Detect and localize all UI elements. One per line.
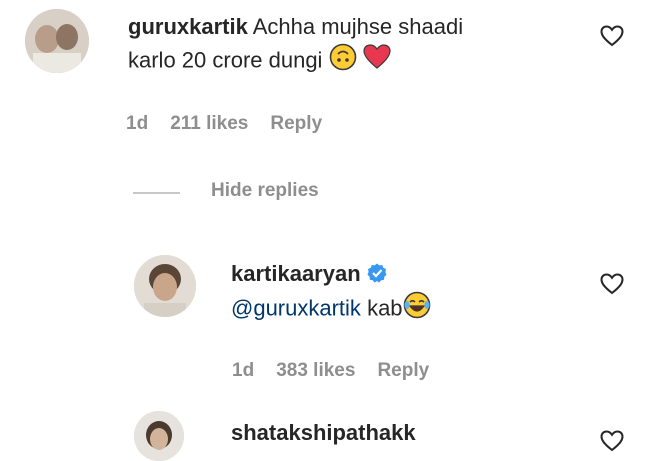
avatar[interactable] (134, 255, 196, 317)
reply-username[interactable]: kartikaaryan (231, 261, 361, 286)
comment-meta: 1d 211 likes Reply (126, 113, 322, 135)
reply-meta: 1d 383 likes Reply (232, 360, 429, 382)
red-heart-emoji (363, 44, 391, 79)
reply-body: @guruxkartik kab (231, 291, 431, 328)
avatar[interactable] (25, 9, 89, 73)
avatar[interactable] (134, 411, 184, 461)
comment-time: 1d (126, 113, 149, 134)
comment-text-line2: karlo 20 crore dungi (128, 47, 323, 73)
comment-text-line1: Achha mujhse shaadi (252, 14, 464, 39)
hide-replies-button[interactable]: Hide replies (211, 180, 319, 202)
reply-text: kab (367, 295, 403, 321)
avatar-image-icon (25, 9, 89, 73)
like-heart-icon[interactable] (600, 273, 624, 295)
replies-divider (133, 192, 180, 194)
reply-username-row: shatakshipathakk (231, 416, 416, 449)
reply-button[interactable]: Reply (377, 360, 429, 382)
comment-body: guruxkartik Achha mujhse shaadi karlo 20… (128, 10, 598, 80)
reply-username-row: kartikaaryan (231, 257, 387, 292)
reply-username[interactable]: shatakshipathakk (231, 420, 416, 445)
reply-mention-link[interactable]: @guruxkartik (231, 295, 361, 320)
upside-down-face-emoji (329, 43, 357, 80)
reply-time: 1d (232, 360, 255, 381)
comment-likes[interactable]: 211 likes (170, 113, 248, 135)
verified-badge-icon (367, 259, 387, 292)
comment-username[interactable]: guruxkartik (128, 14, 248, 39)
like-heart-icon[interactable] (600, 25, 624, 47)
avatar-image-icon (134, 411, 184, 461)
like-heart-icon[interactable] (600, 430, 624, 452)
reply-likes[interactable]: 383 likes (276, 360, 355, 382)
reply-button[interactable]: Reply (270, 113, 322, 135)
avatar-image-icon (134, 255, 196, 317)
tears-of-joy-emoji (403, 291, 431, 328)
hide-replies-label[interactable]: Hide replies (211, 180, 319, 202)
